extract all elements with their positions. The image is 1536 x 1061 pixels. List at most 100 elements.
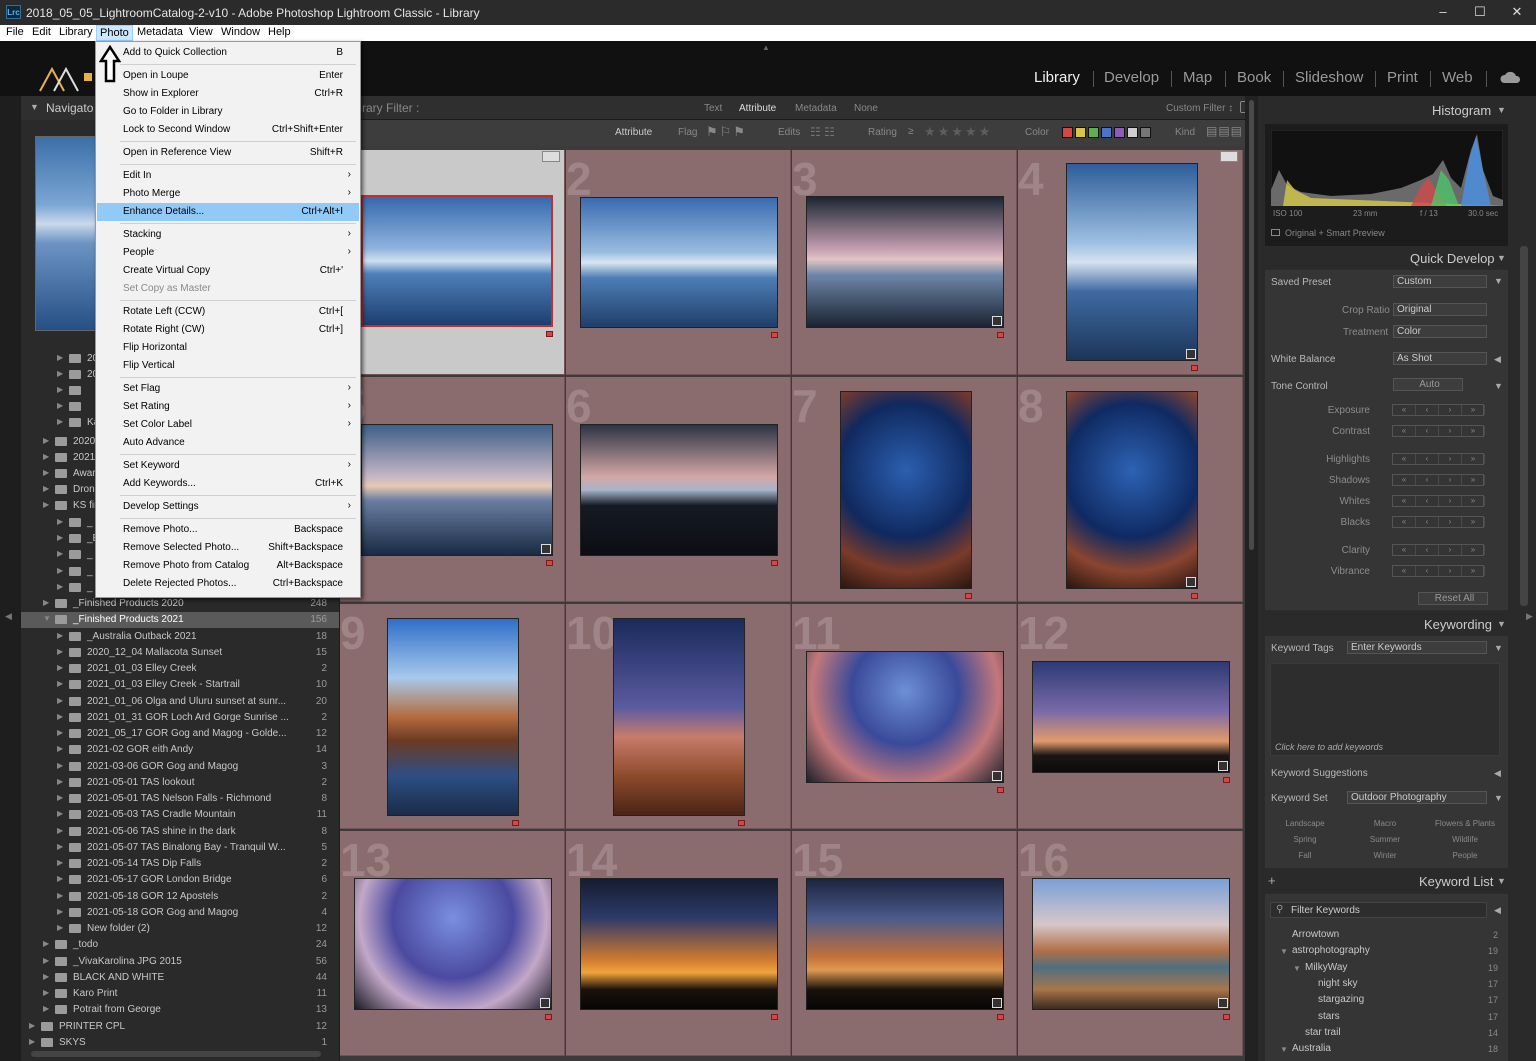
maximize-icon[interactable]: ☐	[1465, 3, 1495, 21]
photo-thumbnail[interactable]	[806, 651, 1004, 783]
folder-row[interactable]: ▶ 2021_01_03 Elley Creek 2	[21, 661, 339, 677]
expand-triangle-icon[interactable]: ▶	[43, 598, 53, 607]
photo-thumbnail[interactable]	[613, 618, 745, 816]
add-keyword-icon[interactable]: +	[1268, 873, 1276, 888]
stepper-button[interactable]: ›	[1439, 426, 1462, 436]
folder-row[interactable]: ▶ New folder (2) 12	[21, 921, 339, 937]
keyword-set-collapse-icon[interactable]: ▼	[1494, 793, 1503, 803]
color-label-swatches[interactable]	[1062, 127, 1152, 138]
keyword-set-word[interactable]: Winter	[1345, 851, 1425, 860]
grid-cell[interactable]: 3	[792, 150, 1017, 375]
collection-badge-icon[interactable]	[1220, 151, 1238, 162]
folder-row[interactable]: ▶ PRINTER CPL 12	[21, 1019, 339, 1035]
folder-row[interactable]: ▶ 2021_05_17 GOR Gog and Magog - Golde...…	[21, 726, 339, 742]
expand-triangle-icon[interactable]: ▶	[57, 533, 67, 542]
folder-row[interactable]: ▶ SKYS 1	[21, 1035, 339, 1051]
menu-library[interactable]: Library	[59, 26, 93, 38]
red-color-label[interactable]	[965, 593, 972, 599]
close-icon[interactable]: ✕	[1502, 3, 1532, 21]
stepper-button[interactable]: ›	[1439, 566, 1462, 576]
navigator-preview[interactable]	[35, 136, 97, 331]
expand-triangle-icon[interactable]: ▶	[43, 956, 53, 965]
expand-triangle-icon[interactable]: ▶	[57, 631, 67, 640]
grid-cell[interactable]: 15	[792, 831, 1017, 1056]
folder-row[interactable]: ▶ 2021_01_31 GOR Loch Ard Gorge Sunrise .…	[21, 710, 339, 726]
stepper-button[interactable]: «	[1393, 496, 1416, 506]
stepper-button[interactable]: ›	[1439, 475, 1462, 485]
keyword-set-word[interactable]: Fall	[1265, 851, 1345, 860]
stepper-button[interactable]: ‹	[1416, 517, 1439, 527]
keyword-item[interactable]: stargazing	[1318, 994, 1364, 1005]
expand-triangle-icon[interactable]: ▶	[57, 712, 67, 721]
stepper-button[interactable]: ‹	[1416, 454, 1439, 464]
expand-triangle-icon[interactable]: ▶	[57, 728, 67, 737]
stepper-button[interactable]: ‹	[1416, 426, 1439, 436]
red-color-label[interactable]	[545, 1014, 552, 1020]
expand-triangle-icon[interactable]: ▶	[29, 1037, 39, 1046]
edit-badge-icon[interactable]	[1218, 998, 1228, 1008]
menu-item-show-in-explorer[interactable]: Show in Explorer Ctrl+R	[97, 85, 359, 103]
expand-triangle-icon[interactable]: ▶	[43, 500, 53, 509]
right-panel-scrollbar[interactable]	[1520, 246, 1528, 606]
keyword-suggestions-label[interactable]: Keyword Suggestions	[1271, 768, 1368, 779]
stepper-clarity[interactable]: «‹ ›»	[1392, 544, 1485, 556]
expand-triangle-icon[interactable]: ▶	[57, 858, 67, 867]
menu-item-stacking[interactable]: Stacking ›	[97, 226, 359, 244]
stepper-button[interactable]: ‹	[1416, 496, 1439, 506]
folder-row[interactable]: ▶ 2021-05-14 TAS Dip Falls 2	[21, 856, 339, 872]
menu-edit[interactable]: Edit	[32, 26, 51, 38]
stepper-button[interactable]: «	[1393, 426, 1416, 436]
grid-cell[interactable]: 4	[1018, 150, 1243, 375]
white-balance-expand-icon[interactable]: ◀	[1494, 354, 1501, 365]
expand-triangle-icon[interactable]: ▼	[1280, 947, 1288, 956]
photo-thumbnail[interactable]	[580, 197, 778, 328]
folder-row[interactable]: ▶ 2021_01_03 Elley Creek - Startrail 10	[21, 677, 339, 693]
menu-item-flip-vertical[interactable]: Flip Vertical	[97, 357, 359, 375]
keyword-item[interactable]: stars	[1318, 1011, 1340, 1022]
menu-item-rotate-right-cw[interactable]: Rotate Right (CW) Ctrl+]	[97, 321, 359, 339]
quick-develop-title[interactable]: Quick Develop	[1410, 251, 1506, 266]
expand-triangle-icon[interactable]: ▶	[43, 452, 53, 461]
menu-item-go-to-folder-in-library[interactable]: Go to Folder in Library	[97, 103, 359, 121]
edit-badge-icon[interactable]	[1218, 761, 1228, 771]
menu-window[interactable]: Window	[221, 26, 260, 38]
rating-stars-icon[interactable]: ★★★★★	[924, 124, 992, 140]
expand-triangle-icon[interactable]: ▶	[57, 793, 67, 802]
histogram-title[interactable]: Histogram	[1432, 103, 1506, 118]
folder-row[interactable]: ▼ _Finished Products 2021 156	[21, 612, 339, 629]
folder-row[interactable]: ▶ 2021-05-18 GOR Gog and Magog 4	[21, 905, 339, 921]
module-slideshow[interactable]: Slideshow	[1295, 69, 1363, 86]
expand-triangle-icon[interactable]: ▶	[57, 679, 67, 688]
menu-item-auto-advance[interactable]: Auto Advance	[97, 434, 359, 452]
expand-triangle-icon[interactable]: ▼	[1280, 1045, 1288, 1054]
red-color-label[interactable]	[738, 820, 745, 826]
stepper-button[interactable]: «	[1393, 454, 1416, 464]
menu-item-add-keywords[interactable]: Add Keywords... Ctrl+K	[97, 475, 359, 493]
menu-item-create-virtual-copy[interactable]: Create Virtual Copy Ctrl+'	[97, 262, 359, 280]
edit-badge-icon[interactable]	[992, 998, 1002, 1008]
menu-item-remove-photo[interactable]: Remove Photo... Backspace	[97, 521, 359, 539]
expand-triangle-icon[interactable]: ▶	[43, 939, 53, 948]
expand-triangle-icon[interactable]: ▶	[57, 566, 67, 575]
expand-triangle-icon[interactable]: ▶	[57, 744, 67, 753]
stepper-whites[interactable]: «‹ ›»	[1392, 495, 1485, 507]
expand-triangle-icon[interactable]: ▶	[43, 468, 53, 477]
keywording-title[interactable]: Keywording	[1424, 617, 1506, 632]
stepper-button[interactable]: «	[1393, 566, 1416, 576]
menu-item-flip-horizontal[interactable]: Flip Horizontal	[97, 339, 359, 357]
expand-triangle-icon[interactable]: ▶	[57, 761, 67, 770]
auto-tone-button[interactable]: Auto	[1393, 378, 1463, 391]
red-color-label[interactable]	[546, 560, 553, 566]
keyword-list-collapse-icon[interactable]: ▼	[1497, 876, 1506, 886]
stepper-exposure[interactable]: «‹ ›»	[1392, 404, 1485, 416]
photo-thumbnail[interactable]	[1066, 163, 1198, 361]
expand-triangle-icon[interactable]: ▶	[57, 696, 67, 705]
edit-badge-icon[interactable]	[1186, 577, 1196, 587]
module-print[interactable]: Print	[1387, 69, 1418, 86]
keyword-set-word[interactable]: Landscape	[1265, 819, 1345, 828]
stepper-button[interactable]: ‹	[1416, 405, 1439, 415]
expand-triangle-icon[interactable]: ▶	[57, 401, 67, 410]
expand-triangle-icon[interactable]: ▶	[57, 417, 67, 426]
grid-cell[interactable]: 5	[340, 377, 565, 602]
keyword-set-dropdown[interactable]: Outdoor Photography	[1347, 791, 1487, 804]
